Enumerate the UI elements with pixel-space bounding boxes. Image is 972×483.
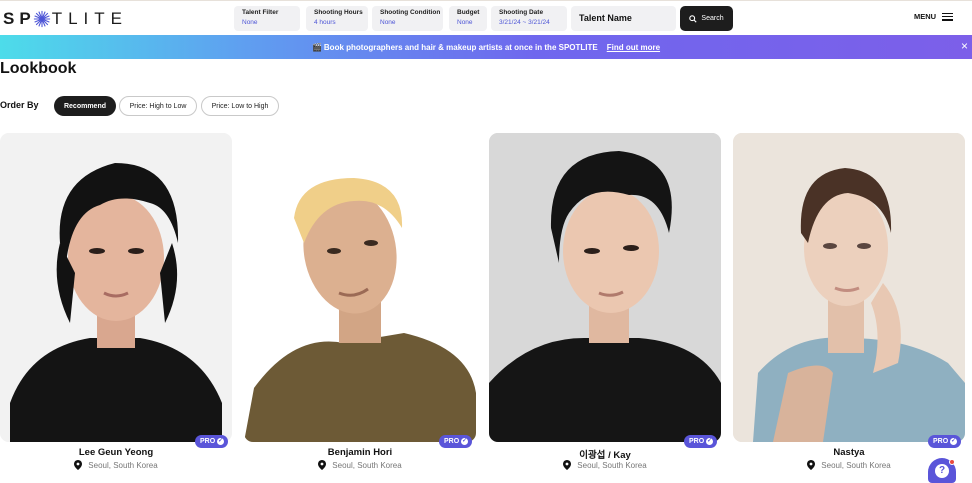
logo-text-right: TLITE [51,9,128,28]
menu-label: MENU [914,12,937,21]
hamburger-icon [942,12,954,21]
talent-location-text: Seoul, South Korea [577,460,647,470]
location-pin-icon [74,460,83,470]
banner-text: Book photographers and hair & makeup art… [323,42,598,52]
talent-photo[interactable] [733,133,965,442]
talent-photo[interactable] [0,133,232,442]
location-pin-icon [318,460,327,470]
sort-price-low-to-high[interactable]: Price: Low to High [201,96,279,116]
shooting-date-filter[interactable]: Shooting Date 3/21/24 ~ 3/21/24 [491,6,567,31]
talent-card[interactable]: PRO ✓ Benjamin Hori Seoul, South Korea [244,133,476,483]
banner-link[interactable]: Find out more [607,43,660,52]
shooting-hours-value: 4 hours [314,19,336,26]
close-icon[interactable]: × [961,40,972,52]
top-navigation: SP TLITE Talent Filter None Shooting Hou… [0,0,972,35]
verified-check-icon: ✓ [217,438,225,445]
talent-location: Seoul, South Korea [244,460,476,470]
shooting-hours-label: Shooting Hours [314,9,363,16]
shooting-date-value: 3/21/24 ~ 3/21/24 [499,19,550,26]
promo-banner: 🎬 Book photographers and hair & makeup a… [0,35,972,59]
pro-badge-label: PRO [689,438,705,445]
verified-check-icon: ✓ [461,438,469,445]
talent-card[interactable]: PRO ✓ 이광섭 / Kay Seoul, South Korea [489,133,721,483]
sort-price-high-to-low[interactable]: Price: High to Low [119,96,197,116]
talent-name[interactable]: Benjamin Hori [244,447,476,458]
talent-filter[interactable]: Talent Filter None [234,6,300,31]
clapperboard-icon: 🎬 [311,42,322,52]
sort-recommend[interactable]: Recommend [54,96,116,116]
talent-name[interactable]: Nastya [733,447,965,458]
talent-filter-label: Talent Filter [242,9,279,16]
shooting-condition-value: None [380,19,396,26]
logo-text-left: SP [3,9,36,28]
location-pin-icon [563,460,572,470]
notification-dot-icon [949,459,955,465]
shooting-hours-filter[interactable]: Shooting Hours 4 hours [306,6,368,31]
pro-badge-label: PRO [933,438,949,445]
talent-name[interactable]: 이광섭 / Kay [489,447,721,461]
talent-location-text: Seoul, South Korea [821,460,891,470]
pro-badge-label: PRO [444,438,460,445]
search-icon [689,14,698,23]
talent-location-text: Seoul, South Korea [332,460,402,470]
talent-location: Seoul, South Korea [0,460,232,470]
menu-button[interactable]: MENU [914,12,954,21]
shooting-condition-filter[interactable]: Shooting Condition None [372,6,443,31]
talent-photo[interactable] [244,133,476,442]
shooting-condition-label: Shooting Condition [380,9,441,16]
pro-badge-label: PRO [200,438,216,445]
logo-star-icon [33,10,50,28]
page-title: Lookbook [0,60,77,77]
talent-photo[interactable] [489,133,721,442]
talent-card[interactable]: PRO ✓ Nastya Seoul, South Korea [733,133,965,483]
help-chat-button[interactable]: ? [928,458,956,483]
verified-check-icon: ✓ [706,438,714,445]
budget-filter[interactable]: Budget None [449,6,487,31]
verified-check-icon: ✓ [950,438,958,445]
shooting-date-label: Shooting Date [499,9,544,16]
spotlite-logo[interactable]: SP TLITE [3,8,128,30]
order-by-label: Order By [0,100,39,110]
talent-location-text: Seoul, South Korea [88,460,158,470]
talent-location: Seoul, South Korea [489,460,721,470]
talent-name[interactable]: Lee Geun Yeong [0,447,232,458]
search-button-label: Search [701,15,724,22]
location-pin-icon [807,460,816,470]
talent-filter-value: None [242,19,258,26]
budget-label: Budget [457,9,480,16]
talent-card[interactable]: PRO ✓ Lee Geun Yeong Seoul, South Korea [0,133,232,483]
talent-name-input[interactable]: Talent Name [571,6,676,31]
search-button[interactable]: Search [680,6,733,31]
budget-value: None [457,19,473,26]
question-icon: ? [935,463,949,478]
